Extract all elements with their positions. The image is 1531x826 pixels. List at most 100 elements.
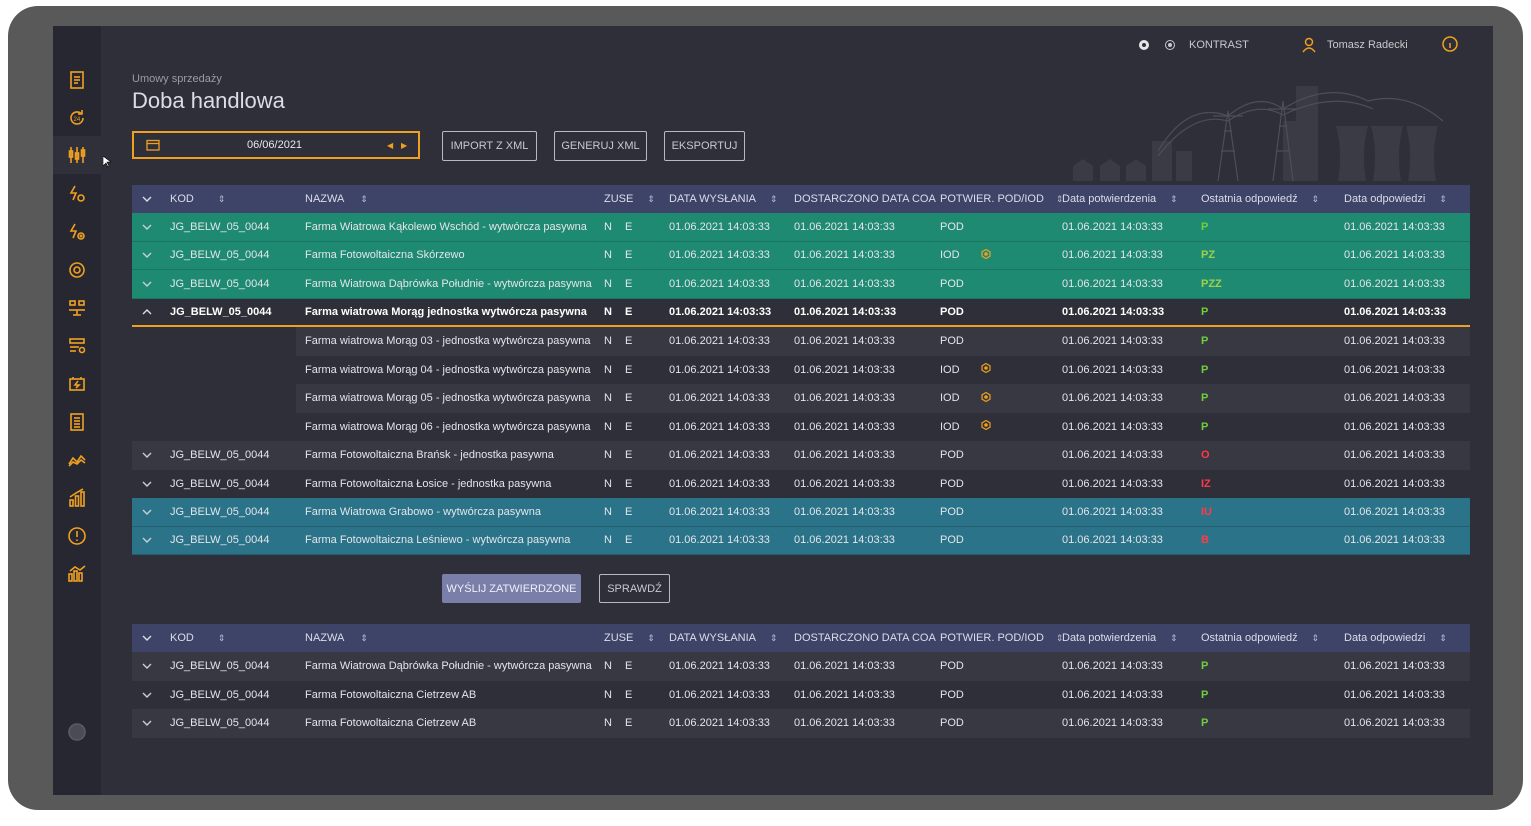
refresh-24-icon[interactable]: 24 — [66, 107, 88, 129]
export-button[interactable]: EKSPORTUJ — [664, 131, 745, 161]
col-kod[interactable]: KOD ⇕ — [170, 632, 225, 644]
table-row[interactable]: JG_BELW_05_0044 Farma wiatrowa Morąg jedn… — [132, 298, 1470, 327]
table-row[interactable]: Farma wiatrowa Morąg 04 - jednostka wytw… — [132, 355, 1470, 384]
col-data-odpowiedzi[interactable]: Data odpowiedzi ⇕ — [1344, 632, 1447, 644]
col-dostarczono[interactable]: DOSTARCZONO DATA COA — [794, 193, 936, 205]
col-kod[interactable]: KOD ⇕ — [170, 193, 225, 205]
hexagon-status-icon[interactable] — [981, 420, 991, 433]
chevron-down-icon[interactable] — [142, 278, 154, 290]
col-ostatnia[interactable]: Ostatnia odpowiedź ⇕ — [1201, 193, 1319, 205]
cell-zuse-e: E — [625, 277, 633, 290]
expand-all-chevron-icon[interactable] — [142, 632, 154, 644]
cell-data-wyslania: 01.06.2021 14:03:33 — [669, 220, 770, 233]
cell-nazwa: Farma Fotowoltaiczna Łosice - jednostka … — [305, 477, 552, 490]
chevron-down-icon[interactable] — [142, 221, 154, 233]
col-nazwa[interactable]: NAZWA ⇕ — [305, 632, 368, 644]
table-row[interactable]: JG_BELW_05_0044 Farma Wiatrowa Kąkolewo W… — [132, 213, 1470, 242]
check-button[interactable]: SPRAWDŹ — [599, 574, 670, 603]
cell-nazwa: Farma Wiatrowa Kąkolewo Wschód - wytwórc… — [305, 220, 587, 233]
table-row[interactable]: JG_BELW_05_0044 Farma Fotowoltaiczna Ciet… — [132, 709, 1470, 738]
cell-dostarczono: 01.06.2021 14:03:33 — [794, 688, 895, 701]
cell-zuse-e: E — [625, 449, 633, 462]
balance-icon[interactable] — [66, 297, 88, 319]
alert-icon[interactable] — [66, 525, 88, 547]
col-dostarczono[interactable]: DOSTARCZONO DATA COA — [794, 632, 936, 644]
cell-ostatnia: P — [1201, 392, 1209, 405]
theme-dark-radio[interactable] — [1139, 40, 1149, 50]
col-ostatnia[interactable]: Ostatnia odpowiedź ⇕ — [1201, 632, 1319, 644]
expand-all-chevron-icon[interactable] — [142, 193, 154, 205]
chevron-down-icon[interactable] — [142, 506, 154, 518]
cell-potwier: POD — [940, 277, 964, 290]
col-data-odpowiedzi[interactable]: Data odpowiedzi ⇕ — [1344, 193, 1447, 205]
analytics-icon[interactable] — [66, 563, 88, 585]
table-row[interactable]: JG_BELW_05_0044 Farma Fotowoltaiczna Leśn… — [132, 526, 1470, 555]
hexagon-status-icon[interactable] — [981, 248, 991, 262]
col-zuse[interactable]: ZUSE ⇕ — [604, 193, 655, 205]
globe-icon[interactable] — [66, 721, 88, 743]
chevron-down-icon[interactable] — [142, 534, 154, 546]
cell-potwier: IOD — [940, 249, 960, 262]
cell-zuse-n: N — [604, 420, 612, 433]
hexagon-status-icon[interactable] — [981, 391, 991, 405]
hexagon-status-icon[interactable] — [981, 363, 991, 376]
table-row[interactable]: JG_BELW_05_0044 Farma Fotowoltaiczna Łosi… — [132, 469, 1470, 498]
chevron-down-icon[interactable] — [142, 689, 154, 701]
col-nazwa[interactable]: NAZWA ⇕ — [305, 193, 368, 205]
sub-row-indent — [132, 384, 296, 413]
cycle-icon[interactable] — [66, 259, 88, 281]
cell-ostatnia: P — [1201, 420, 1209, 433]
chevron-down-icon[interactable] — [142, 660, 154, 672]
table-row[interactable]: JG_BELW_05_0044 Farma Wiatrowa Dąbrówka P… — [132, 652, 1470, 681]
power-info-icon[interactable] — [1442, 36, 1458, 52]
cell-data-potwierdzenia: 01.06.2021 14:03:33 — [1062, 534, 1163, 547]
chevron-down-icon[interactable] — [142, 478, 154, 490]
cell-zuse-n: N — [604, 220, 612, 233]
bar-chart-icon[interactable] — [66, 487, 88, 509]
chevron-down-icon[interactable] — [142, 717, 154, 729]
cell-zuse-n: N — [604, 660, 612, 673]
user-menu[interactable]: Tomasz Radecki — [1302, 37, 1408, 53]
table-row[interactable]: Farma wiatrowa Morąg 05 - jednostka wytw… — [132, 384, 1470, 413]
generate-xml-button[interactable]: GENERUJ XML — [554, 131, 647, 161]
col-potwier[interactable]: POTWIER. POD/IOD ⇕ — [940, 632, 1063, 644]
col-potwier[interactable]: POTWIER. POD/IOD ⇕ — [940, 193, 1063, 205]
date-prev-icon[interactable]: ◀ — [387, 141, 393, 150]
device-frame: 24 KONTRAST Tomasz Radecki Umowy sprzeda… — [8, 6, 1523, 810]
table-row[interactable]: JG_BELW_05_0044 Farma Fotowoltaiczna Brań… — [132, 441, 1470, 470]
cell-kod: JG_BELW_05_0044 — [170, 220, 270, 233]
tools-icon[interactable] — [66, 335, 88, 357]
theme-contrast-radio[interactable] — [1165, 40, 1175, 50]
trend-icon[interactable] — [66, 449, 88, 471]
cell-data-odpowiedzi: 01.06.2021 14:03:33 — [1344, 505, 1445, 518]
table-row[interactable]: JG_BELW_05_0044 Farma Fotowoltaiczna Skór… — [132, 241, 1470, 270]
chevron-up-icon[interactable] — [142, 306, 154, 318]
send-approved-button[interactable]: WYŚLIJ ZATWIERDZONE — [442, 574, 581, 603]
table-row[interactable]: Farma wiatrowa Morąg 03 - jednostka wytw… — [132, 327, 1470, 356]
energy-settings-icon[interactable] — [66, 183, 88, 205]
col-data-wyslania[interactable]: DATA WYSŁANIA ⇕ — [669, 632, 778, 644]
page-title: Doba handlowa — [132, 88, 285, 113]
report-icon[interactable] — [66, 411, 88, 433]
cell-data-wyslania: 01.06.2021 14:03:33 — [669, 505, 770, 518]
table-row[interactable]: JG_BELW_05_0044 Farma Wiatrowa Grabowo - … — [132, 498, 1470, 527]
date-picker[interactable]: 06/06/2021 ◀ ▶ — [132, 131, 420, 159]
col-zuse[interactable]: ZUSE ⇕ — [604, 632, 655, 644]
document-list-icon[interactable] — [66, 69, 88, 91]
cell-dostarczono: 01.06.2021 14:03:33 — [794, 392, 895, 405]
cell-data-wyslania: 01.06.2021 14:03:33 — [669, 305, 772, 318]
cell-dostarczono: 01.06.2021 14:03:33 — [794, 220, 895, 233]
table-row[interactable]: Farma wiatrowa Morąg 06 - jednostka wytw… — [132, 412, 1470, 441]
import-xml-button[interactable]: IMPORT Z XML — [442, 131, 537, 161]
candlestick-icon[interactable] — [66, 144, 88, 166]
date-next-icon[interactable]: ▶ — [401, 141, 407, 150]
col-data-wyslania[interactable]: DATA WYSŁANIA ⇕ — [669, 193, 778, 205]
energy-add-icon[interactable] — [66, 221, 88, 243]
col-data-potwierdzenia[interactable]: Data potwierdzenia ⇕ — [1062, 632, 1178, 644]
battery-icon[interactable] — [66, 373, 88, 395]
table-row[interactable]: JG_BELW_05_0044 Farma Wiatrowa Dąbrówka P… — [132, 270, 1470, 299]
col-data-potwierdzenia[interactable]: Data potwierdzenia ⇕ — [1062, 193, 1178, 205]
table-row[interactable]: JG_BELW_05_0044 Farma Fotowoltaiczna Ciet… — [132, 680, 1470, 709]
chevron-down-icon[interactable] — [142, 449, 154, 461]
chevron-down-icon[interactable] — [142, 249, 154, 261]
